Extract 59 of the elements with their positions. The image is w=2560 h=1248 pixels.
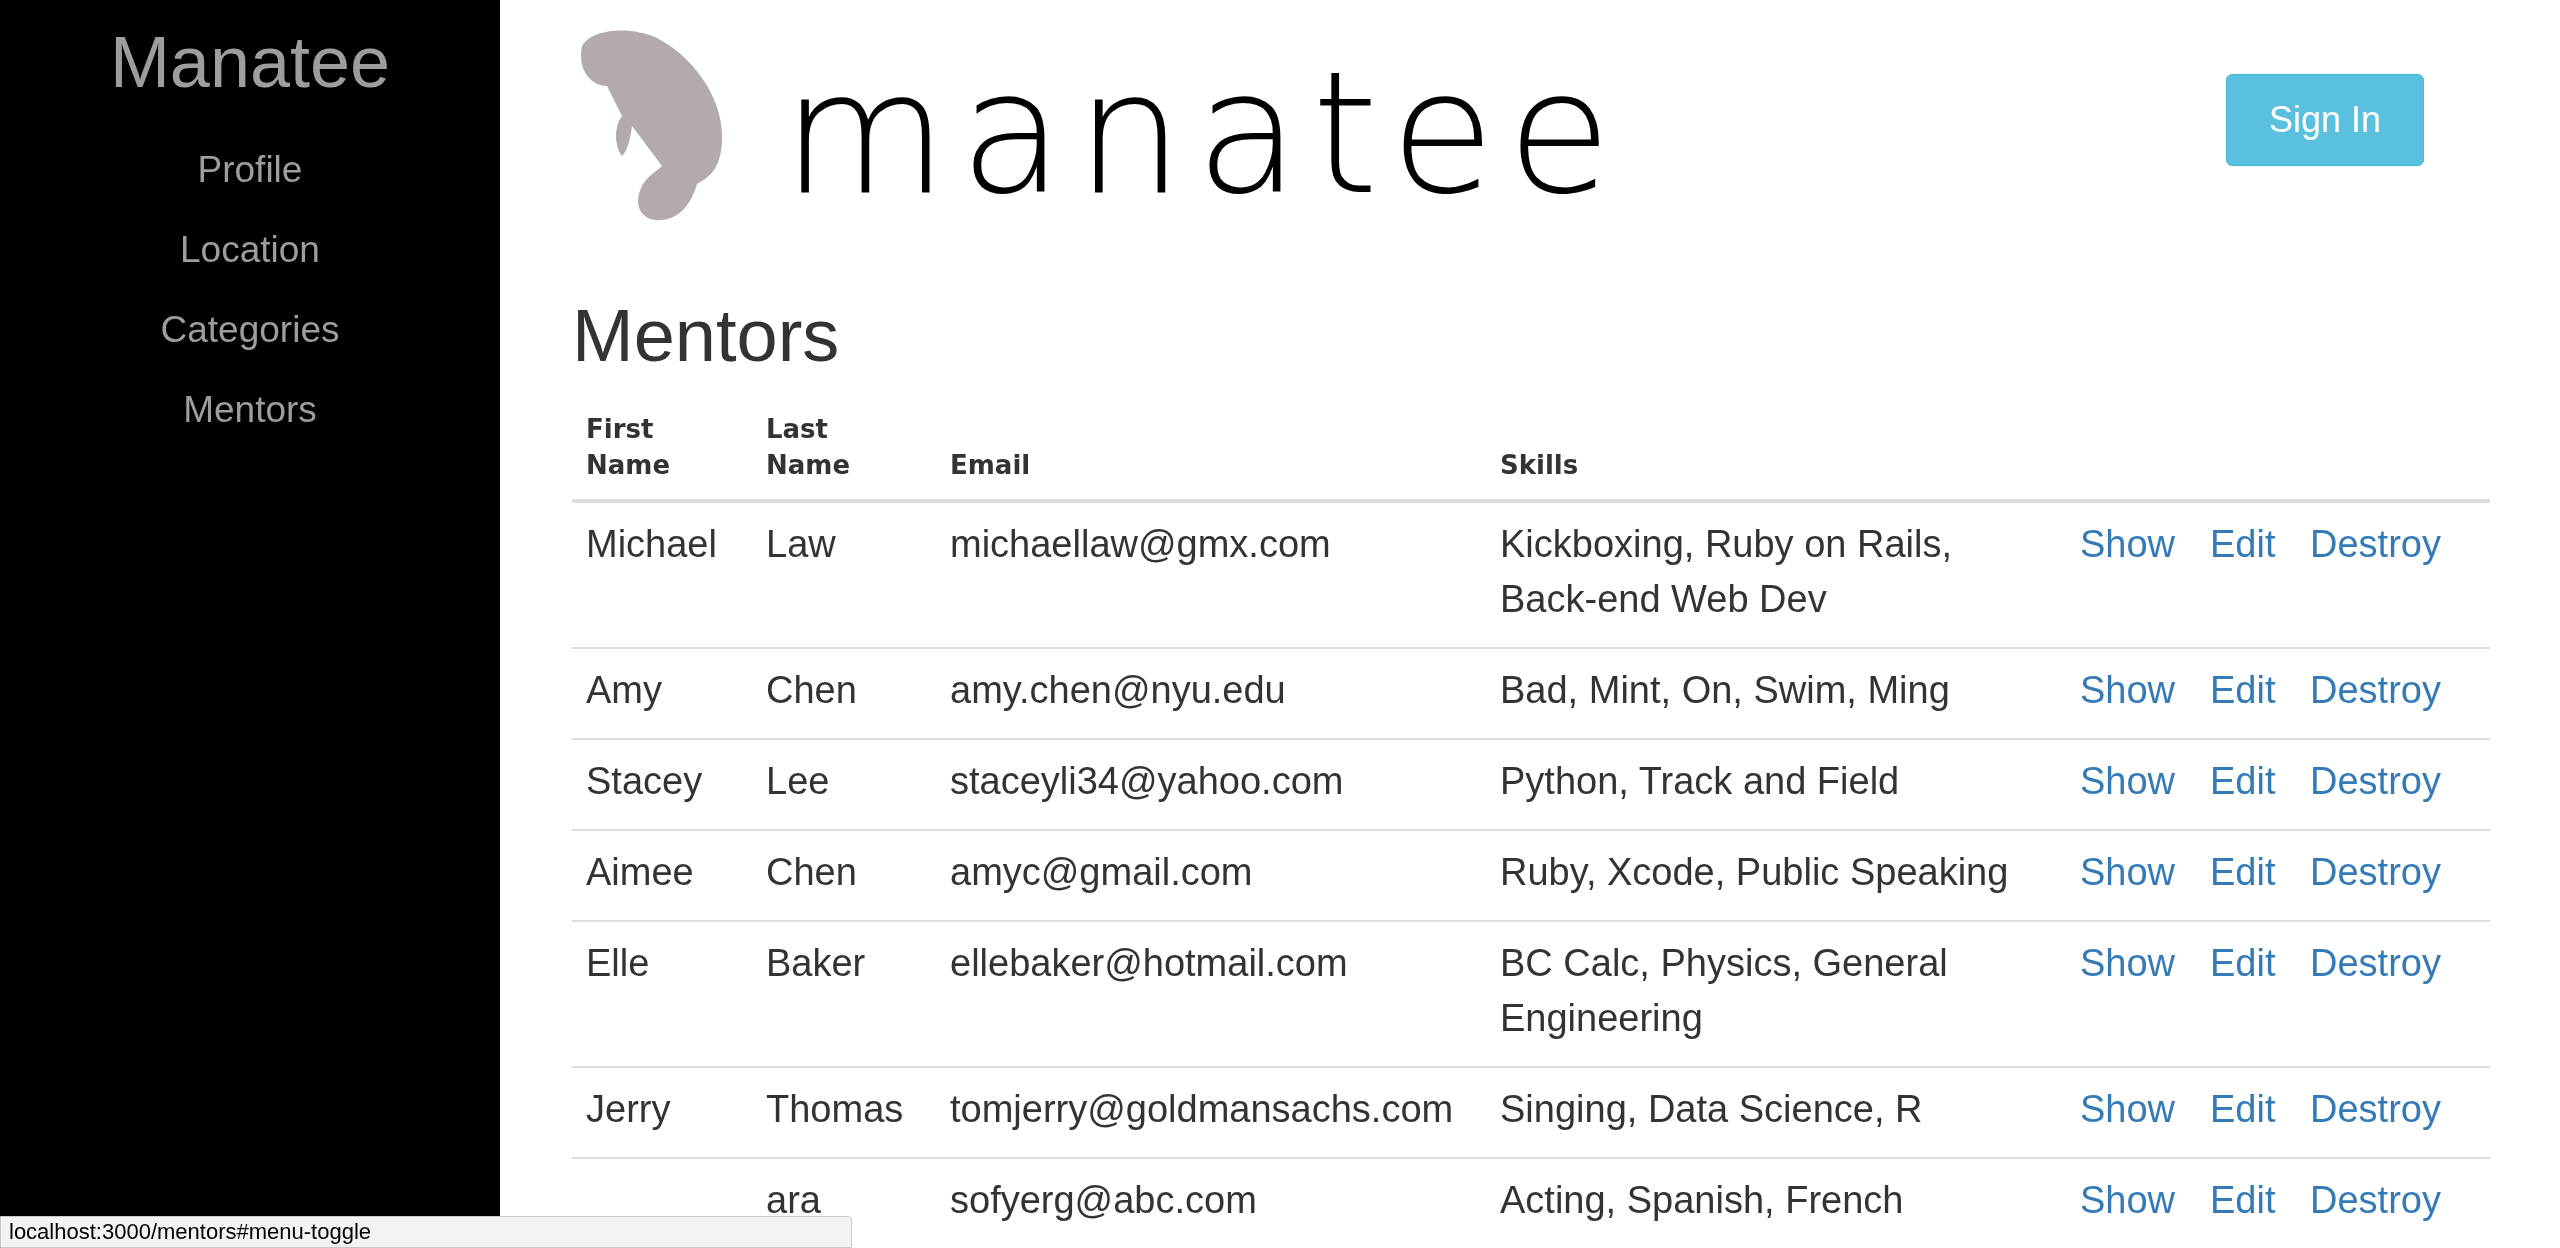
table-cell: Chen (766, 851, 857, 893)
table-cell: Aimee (586, 851, 694, 893)
action-link[interactable]: Edit (2210, 942, 2276, 984)
action-link[interactable]: Destroy (2310, 523, 2441, 565)
table-cell: sofyerg@abc.com (950, 1179, 1257, 1221)
table-cell: Amy (586, 669, 662, 711)
action-link[interactable]: Edit (2210, 1088, 2276, 1130)
action-link[interactable]: Edit (2210, 523, 2276, 565)
sidebar-title: Manatee (109, 21, 391, 104)
table-cell: Kickboxing, Ruby on Rails, Back-end Web Dev (1500, 523, 1952, 620)
action-link[interactable]: Edit (2210, 760, 2276, 802)
table-cell: Lee (766, 760, 830, 802)
status-bar: localhost:3000/mentors#menu-toggle (0, 1216, 852, 1248)
table-cell: michaellaw@gmx.com (950, 523, 1331, 565)
page-heading: Mentors (572, 293, 841, 379)
action-link[interactable]: Destroy (2310, 1179, 2441, 1221)
table-cell: staceyli34@yahoo.com (950, 760, 1344, 802)
table-cell: amyc@gmail.com (950, 851, 1253, 893)
table-cell: Baker (766, 942, 866, 984)
table-cell: Jerry (586, 1088, 671, 1130)
action-link[interactable]: Show (2080, 942, 2176, 984)
table-cell: Elle (586, 942, 650, 984)
action-link[interactable]: Destroy (2310, 942, 2441, 984)
table-cell: BC Calc, Physics, General Engineering (1500, 942, 1948, 1039)
action-link[interactable]: Destroy (2310, 669, 2441, 711)
table-cell: Thomas (766, 1088, 904, 1130)
action-link[interactable]: Destroy (2310, 1088, 2441, 1130)
logo-wordmark: manatee (782, 58, 1624, 208)
column-header: Email (950, 450, 1031, 480)
action-link[interactable]: Edit (2210, 851, 2276, 893)
action-link[interactable]: Show (2080, 760, 2176, 802)
action-link[interactable]: Destroy (2310, 851, 2441, 893)
action-link[interactable]: Show (2080, 1088, 2176, 1130)
action-link[interactable]: Edit (2210, 669, 2276, 711)
sidebar-link[interactable]: Categories (160, 290, 340, 370)
column-header: Skills (1500, 450, 1579, 480)
action-link[interactable]: Show (2080, 1179, 2176, 1221)
table-cell: Chen (766, 669, 857, 711)
sidebar-link[interactable]: Location (180, 210, 320, 290)
table-cell: Acting, Spanish, French (1500, 1179, 1904, 1221)
table-cell: Bad, Mint, On, Swim, Ming (1500, 669, 1950, 711)
table-cell: Ruby, Xcode, Public Speaking (1500, 851, 2009, 893)
action-link[interactable]: Show (2080, 851, 2176, 893)
table-cell: Law (766, 523, 836, 565)
action-link[interactable]: Edit (2210, 1179, 2276, 1221)
table-cell: tomjerry@goldmansachs.com (950, 1088, 1454, 1130)
column-header: Last Name (766, 414, 851, 480)
sidebar-link[interactable]: Mentors (183, 370, 317, 450)
table-cell: Michael (586, 523, 717, 565)
action-link[interactable]: Show (2080, 523, 2176, 565)
table-cell: Singing, Data Science, R (1500, 1088, 1923, 1130)
column-header: First Name (586, 414, 671, 480)
table-cell: Python, Track and Field (1500, 760, 1900, 802)
table-cell: Stacey (586, 760, 703, 802)
sidebar-link[interactable]: Profile (197, 130, 303, 210)
action-link[interactable]: Destroy (2310, 760, 2441, 802)
action-link[interactable]: Show (2080, 669, 2176, 711)
table-cell: amy.chen@nyu.edu (950, 669, 1286, 711)
table-cell: ellebaker@hotmail.com (950, 942, 1348, 984)
